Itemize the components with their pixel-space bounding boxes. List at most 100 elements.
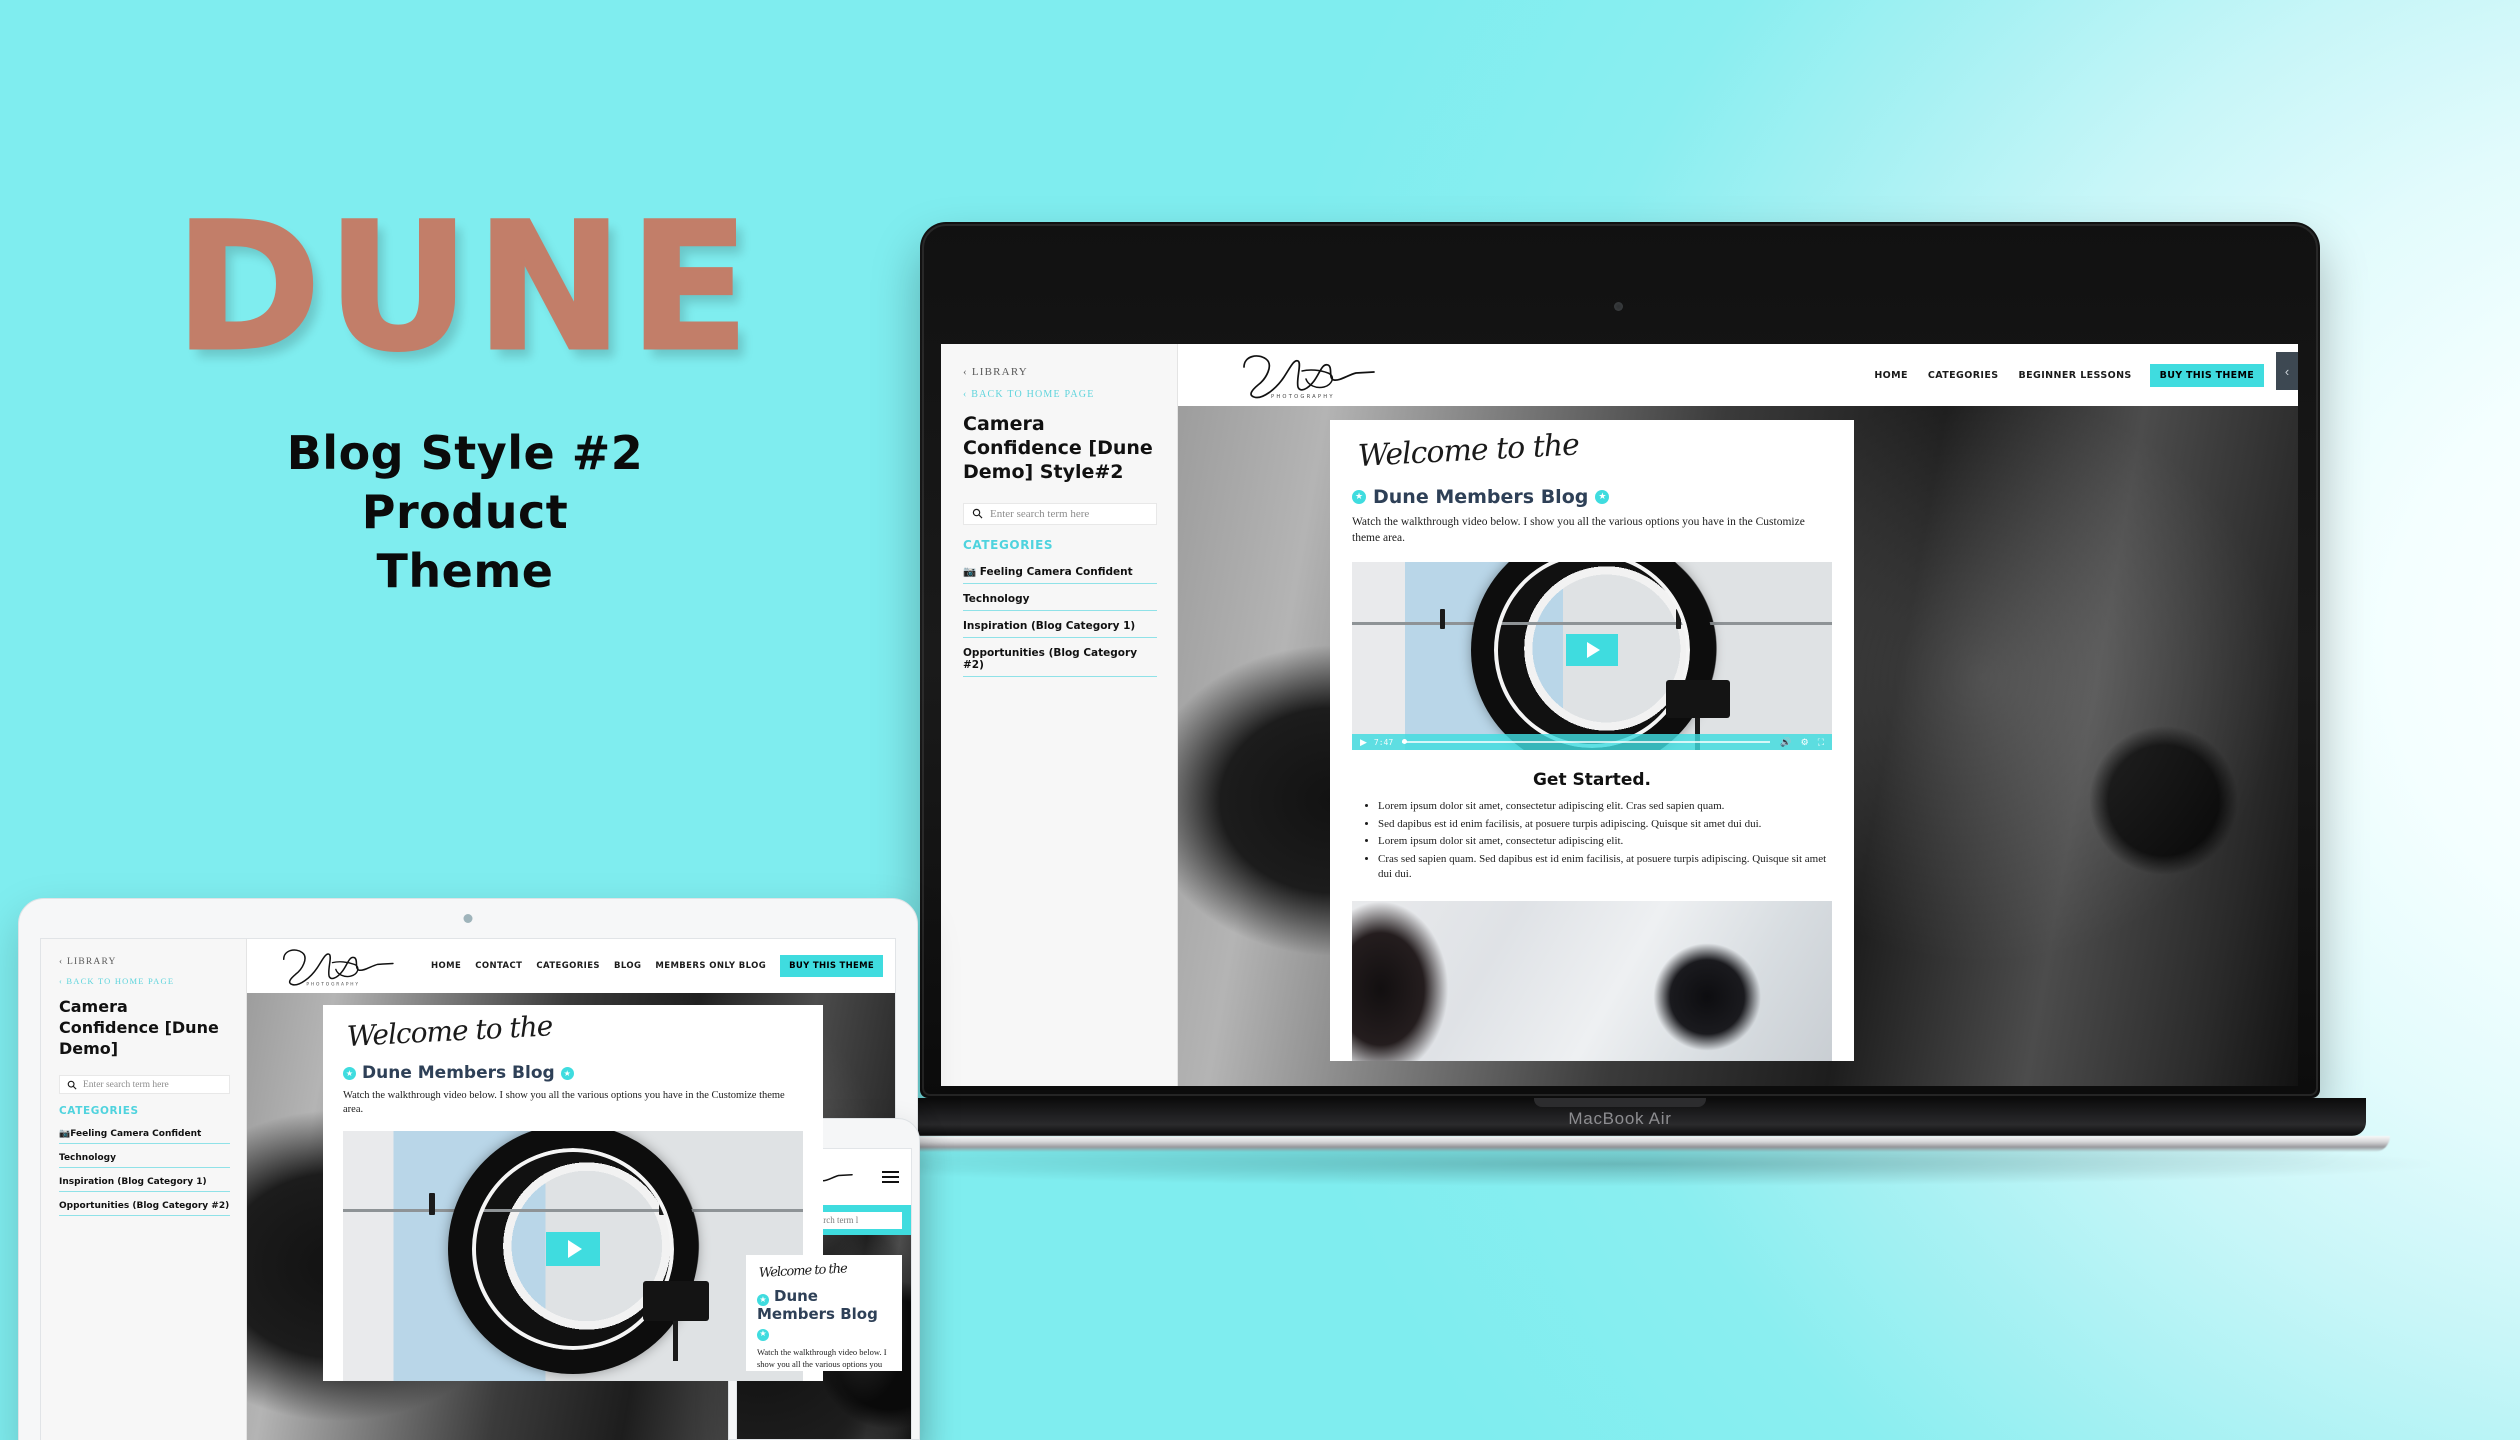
sidebar-category-technology[interactable]: Technology — [59, 1150, 230, 1169]
gear-icon[interactable]: ⚙ — [1801, 737, 1809, 748]
camera-icon: 📷 — [963, 565, 977, 578]
buy-this-theme-button[interactable]: BUY THIS THEME — [2149, 363, 2264, 387]
nav-link-blog[interactable]: BLOG — [614, 961, 641, 971]
back-to-home-link[interactable]: ‹ BACK TO HOME PAGE — [963, 389, 1157, 400]
logo-subtext: PHOTOGRAPHY — [1271, 394, 1335, 400]
sidebar-category-opportunities[interactable]: Opportunities (Blog Category #2) — [59, 1198, 230, 1217]
library-search-input[interactable]: Enter search term here — [59, 1075, 230, 1095]
nav-link-categories[interactable]: CATEGORIES — [536, 961, 600, 971]
blog-description: Watch the walkthrough video below. I sho… — [1352, 516, 1805, 544]
laptop-webcam-icon — [1614, 302, 1623, 311]
categories-heading: CATEGORIES — [59, 1105, 139, 1118]
get-started-heading: Get Started. — [1532, 770, 1652, 791]
play-button[interactable] — [546, 1231, 600, 1266]
nav-link-home[interactable]: HOME — [1874, 370, 1908, 381]
star-icon: ★ — [560, 1066, 574, 1080]
sidebar-category-label: Inspiration (Blog Category 1) — [963, 619, 1136, 632]
get-started-list: Lorem ipsum dolor sit amet, consectetur … — [1352, 799, 1832, 883]
chevron-left-icon: ‹ — [59, 957, 64, 967]
sidebar-category-label: Technology — [963, 592, 1030, 605]
laptop-site-viewport: ‹ LIBRARY ‹ BACK TO HOME PAGE Camera Con… — [941, 344, 2298, 1086]
blog-description: Watch the walkthrough video below. I sho… — [757, 1346, 887, 1369]
video-clip — [429, 1193, 435, 1216]
play-button[interactable] — [1566, 634, 1618, 667]
back-to-home-link[interactable]: ‹ BACK TO HOME PAGE — [59, 976, 230, 986]
site-header: PHOTOGRAPHY HOME CONTACT CATEGORIES BLOG… — [247, 939, 895, 993]
nav-link-categories[interactable]: CATEGORIES — [1928, 370, 1999, 381]
secondary-photo — [1352, 901, 1832, 1062]
list-item: Sed dapibus est id enim facilisis, at po… — [1378, 817, 1832, 833]
search-icon — [67, 1080, 77, 1090]
video-progress-track[interactable] — [1402, 739, 1771, 745]
sidebar-category-inspiration[interactable]: Inspiration (Blog Category 1) — [963, 617, 1157, 638]
laptop-device-mockup: ‹ LIBRARY ‹ BACK TO HOME PAGE Camera Con… — [810, 222, 2430, 1186]
volume-icon[interactable]: 🔊 — [1780, 737, 1791, 748]
tablet-camera-icon — [463, 914, 473, 923]
video-clip — [1440, 609, 1445, 630]
sidebar-category-opportunities[interactable]: Opportunities (Blog Category #2) — [963, 644, 1157, 677]
blog-heading: ★ Dune Members Blog ★ — [343, 1063, 803, 1083]
welcome-script-heading: Welcome to the — [346, 1009, 554, 1053]
laptop-screen: ‹ LIBRARY ‹ BACK TO HOME PAGE Camera Con… — [941, 344, 2298, 1086]
device-model-label: MacBook Air — [1568, 1109, 1672, 1128]
laptop-base-notch — [1534, 1098, 1706, 1107]
walkthrough-video-player[interactable] — [343, 1131, 803, 1382]
star-icon: ★ — [1595, 490, 1610, 504]
fullscreen-icon[interactable]: ⛶ — [1818, 737, 1824, 748]
brand-signature-logo[interactable]: PHOTOGRAPHY — [277, 943, 403, 989]
tripod — [673, 1321, 678, 1362]
hero-text-block: DUNE Blog Style #2 Product Theme — [0, 198, 930, 601]
nav-link-contact[interactable]: CONTACT — [475, 961, 522, 971]
back-to-home-label: BACK TO HOME PAGE — [66, 976, 175, 986]
primary-nav: HOME CONTACT CATEGORIES BLOG MEMBERS ONL… — [431, 955, 883, 977]
hamburger-icon[interactable] — [882, 1170, 899, 1184]
library-back-label: LIBRARY — [66, 957, 117, 967]
sidebar-collapse-tab[interactable]: ‹ — [2276, 352, 2298, 390]
nav-link-members-only-blog[interactable]: MEMBERS ONLY BLOG — [655, 961, 766, 971]
walkthrough-video-player[interactable]: ▶ 7:47 🔊 ⚙ ⛶ — [1352, 562, 1832, 751]
sidebar-category-inspiration[interactable]: Inspiration (Blog Category 1) — [59, 1174, 230, 1193]
blog-heading-line-1: Dune — [774, 1287, 818, 1305]
sidebar-category-feeling-camera-confident[interactable]: 📷 Feeling Camera Confident — [963, 562, 1157, 584]
laptop-shadow — [810, 1142, 2430, 1186]
list-item: Cras sed sapien quam. Sed dapibus est id… — [1378, 852, 1832, 883]
library-search-placeholder: Enter search term here — [990, 507, 1090, 520]
hero-background-photo: Welcome to the ★ Dune Members Blog ★ Wat… — [1178, 406, 2298, 1086]
play-icon[interactable]: ▶ — [1360, 737, 1367, 748]
sidebar-category-technology[interactable]: Technology — [963, 590, 1157, 611]
search-icon — [972, 509, 983, 519]
hero-subtitle-line-1: Blog Style #2 — [286, 426, 644, 480]
tablet-library-sidebar: ‹ LIBRARY ‹ BACK TO HOME PAGE Camera Con… — [41, 939, 247, 1440]
site-header: PHOTOGRAPHY HOME CATEGORIES BEGINNER LES… — [1178, 344, 2298, 406]
hero-background-photo: Welcome to the ★ Dune Members Blog ★ Watc… — [737, 1235, 911, 1439]
blog-heading: ★ Dune Members Blog ★ — [1352, 486, 1832, 508]
blog-content-card: Welcome to the ★ Dune Members Blog ★ Wat… — [1330, 420, 1854, 1062]
library-back-link[interactable]: ‹ LIBRARY — [59, 957, 230, 967]
camera-body — [1666, 680, 1730, 719]
hero-subtitle-line-3: Theme — [376, 543, 554, 598]
camera-body — [643, 1281, 709, 1322]
video-timestamp: 7:47 — [1373, 737, 1394, 747]
blog-heading-label: Dune Members Blog — [362, 1063, 555, 1083]
star-icon: ★ — [1352, 490, 1366, 504]
blog-description: Watch the walkthrough video below. I sho… — [343, 1090, 785, 1116]
sidebar-category-label: Feeling Camera Confident — [70, 1129, 202, 1140]
library-page-title: Camera Confidence [Dune Demo] — [59, 997, 219, 1058]
library-search-placeholder: Enter search term here — [83, 1079, 169, 1090]
brand-signature-logo[interactable]: PHOTOGRAPHY — [1236, 349, 1386, 401]
buy-this-theme-button[interactable]: BUY THIS THEME — [780, 955, 883, 977]
star-icon: ★ — [343, 1066, 356, 1080]
chevron-left-icon: ‹ — [2284, 363, 2290, 379]
back-to-home-label: BACK TO HOME PAGE — [971, 389, 1095, 400]
nav-link-beginner-lessons[interactable]: BEGINNER LESSONS — [2019, 370, 2132, 381]
laptop-site-main: ‹ PHOTOGRAPHY HOME CATEGORIES BEGINNER L… — [1178, 344, 2298, 1086]
library-back-link[interactable]: ‹ LIBRARY — [963, 366, 1157, 378]
library-page-title: Camera Confidence [Dune Demo] Style#2 — [963, 413, 1153, 483]
sidebar-category-label: Opportunities (Blog Category #2) — [59, 1201, 230, 1212]
video-controls-bar[interactable]: ▶ 7:47 🔊 ⚙ ⛶ — [1352, 734, 1832, 751]
nav-link-home[interactable]: HOME — [431, 961, 461, 971]
hero-subtitle-line-2: Product — [361, 484, 569, 539]
sidebar-category-label: Technology — [59, 1153, 116, 1164]
sidebar-category-feeling-camera-confident[interactable]: 📷Feeling Camera Confident — [59, 1126, 230, 1145]
library-search-input[interactable]: Enter search term here — [963, 502, 1157, 525]
